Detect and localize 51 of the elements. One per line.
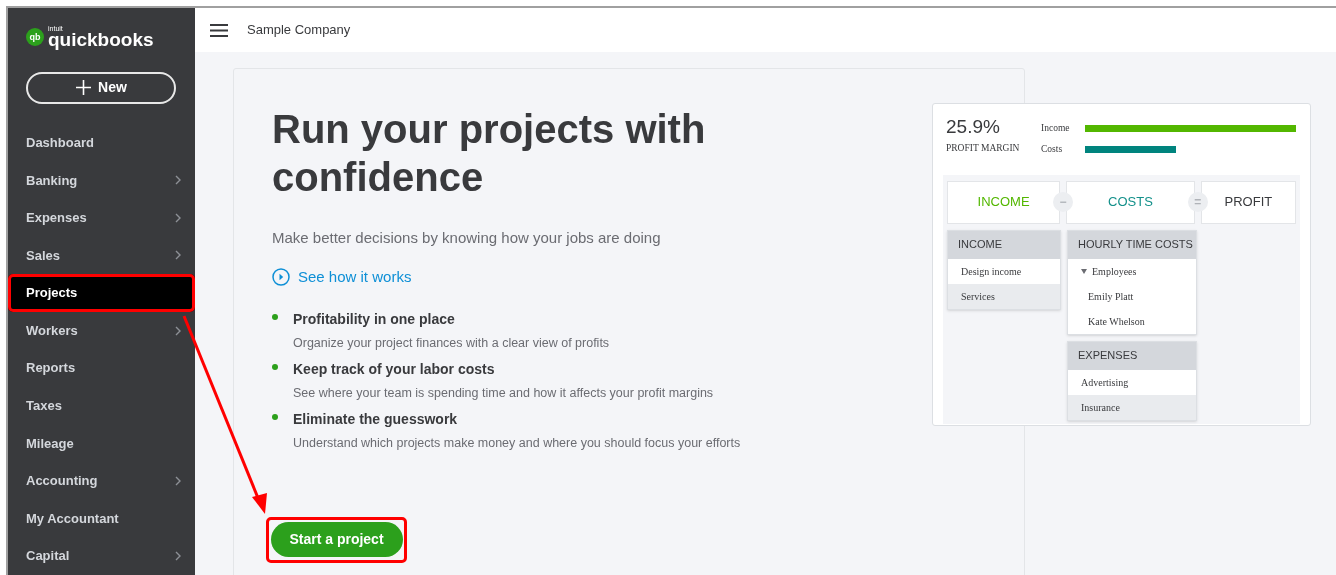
sidebar-item[interactable]: Workers — [8, 311, 195, 350]
list-row: Emily Platt — [1068, 283, 1196, 309]
bar-label: Income — [1041, 122, 1071, 135]
sidebar-item[interactable]: Reports — [8, 349, 195, 388]
feature-description: Understand which projects make money and where you should focus your efforts — [293, 434, 742, 452]
sidebar-item[interactable]: Projects — [8, 274, 195, 312]
list-row: Advertising — [1068, 369, 1196, 395]
feature-description: See where your team is spending time and how it affects your profit margins — [293, 384, 715, 402]
new-button[interactable]: New — [26, 71, 176, 104]
plus-icon — [75, 79, 93, 97]
chevron-icon — [175, 175, 181, 186]
equation-term: COSTS — [1065, 180, 1195, 224]
chevron-icon — [175, 212, 181, 223]
bar-label: Costs — [1041, 143, 1064, 157]
group-title: HOURLY TIME COSTS — [1068, 230, 1196, 259]
chevron-icon — [175, 325, 181, 336]
list-row: Design income — [948, 258, 1060, 284]
sidebar-item[interactable]: Capital — [8, 537, 195, 575]
sidebar-item[interactable]: Mileage — [8, 424, 195, 463]
sidebar-item[interactable]: Taxes — [8, 387, 195, 425]
feature-title: Keep track of your labor costs — [293, 359, 496, 379]
play-icon — [272, 267, 290, 286]
equation-term: INCOME — [947, 180, 1061, 224]
chevron-icon — [175, 250, 181, 261]
group-title: EXPENSES — [1068, 341, 1196, 370]
page-subtitle: Make better decisions by knowing how your jobs are doing — [272, 228, 661, 248]
feature-description: Organize your project finances with a clear view of profits — [293, 334, 611, 352]
feature-title: Profitability in one place — [293, 309, 456, 329]
sidebar-item[interactable]: Dashboard — [8, 123, 195, 162]
list-row: Employees — [1068, 258, 1196, 284]
group-title: INCOME — [948, 230, 1060, 259]
sidebar-item[interactable]: Expenses — [8, 199, 195, 237]
logo-text: quickbooks — [48, 30, 154, 50]
caret-icon — [1081, 268, 1087, 274]
sidebar-item[interactable]: Sales — [8, 236, 195, 275]
list-row: Services — [948, 283, 1060, 309]
sidebar-item[interactable]: My Accountant — [8, 499, 195, 538]
profit-margin-value: 25.9% — [946, 116, 1001, 138]
chevron-icon — [175, 551, 181, 562]
page-title: Run your projects with confidence — [272, 106, 707, 201]
sidebar-item[interactable]: Banking — [8, 161, 195, 200]
list-row: Insurance — [1068, 394, 1196, 420]
company-name: Sample Company — [247, 21, 351, 40]
chevron-icon — [175, 476, 181, 486]
sidebar-item[interactable]: Accounting — [8, 462, 195, 500]
feature-title: Eliminate the guesswork — [293, 409, 459, 429]
menu-icon[interactable] — [210, 23, 228, 37]
profit-margin-label: PROFIT MARGIN — [946, 142, 1021, 155]
equation-term: PROFIT — [1200, 180, 1296, 224]
list-row: Kate Whelson — [1068, 308, 1196, 334]
logo-badge: qb — [26, 28, 44, 47]
